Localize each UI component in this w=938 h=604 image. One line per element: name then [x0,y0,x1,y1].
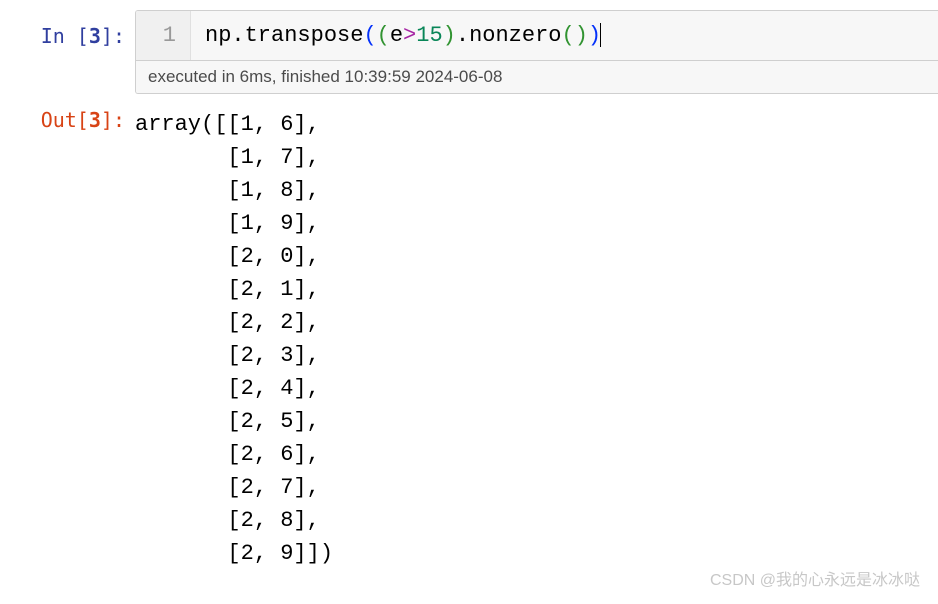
code-token: ( [363,23,376,48]
in-prompt-prefix: In [ [41,24,89,48]
input-prompt: In [3]: [0,10,135,48]
code-token: transpose [245,23,364,48]
input-cell: In [3]: 1 np.transpose((e>15).nonzero())… [0,10,938,94]
output-prompt: Out[3]: [0,100,135,132]
code-token: ( [561,23,574,48]
code-token: . [231,23,244,48]
code-token: ( [377,23,390,48]
code-editor[interactable]: 1 np.transpose((e>15).nonzero()) [136,11,938,60]
out-prompt-suffix: ]: [101,108,125,132]
out-prompt-prefix: Out[ [41,108,89,132]
in-prompt-suffix: ]: [101,24,125,48]
code-token: nonzero [469,23,561,48]
code-line[interactable]: np.transpose((e>15).nonzero()) [191,11,938,60]
code-token: ) [443,23,456,48]
line-number: 1 [163,23,176,48]
code-token: > [403,23,416,48]
code-token: . [456,23,469,48]
code-token: e [390,23,403,48]
code-token: ) [575,23,588,48]
execution-info: executed in 6ms, finished 10:39:59 2024-… [136,60,938,93]
code-token: 15 [416,23,442,48]
code-token: np [205,23,231,48]
out-prompt-number: 3 [89,108,101,132]
output-text: array([[1, 6], [1, 7], [1, 8], [1, 9], [… [135,100,938,570]
line-gutter: 1 [136,11,191,60]
text-cursor [600,23,601,47]
input-area: 1 np.transpose((e>15).nonzero()) execute… [135,10,938,94]
in-prompt-number: 3 [89,24,101,48]
output-cell: Out[3]: array([[1, 6], [1, 7], [1, 8], [… [0,100,938,570]
